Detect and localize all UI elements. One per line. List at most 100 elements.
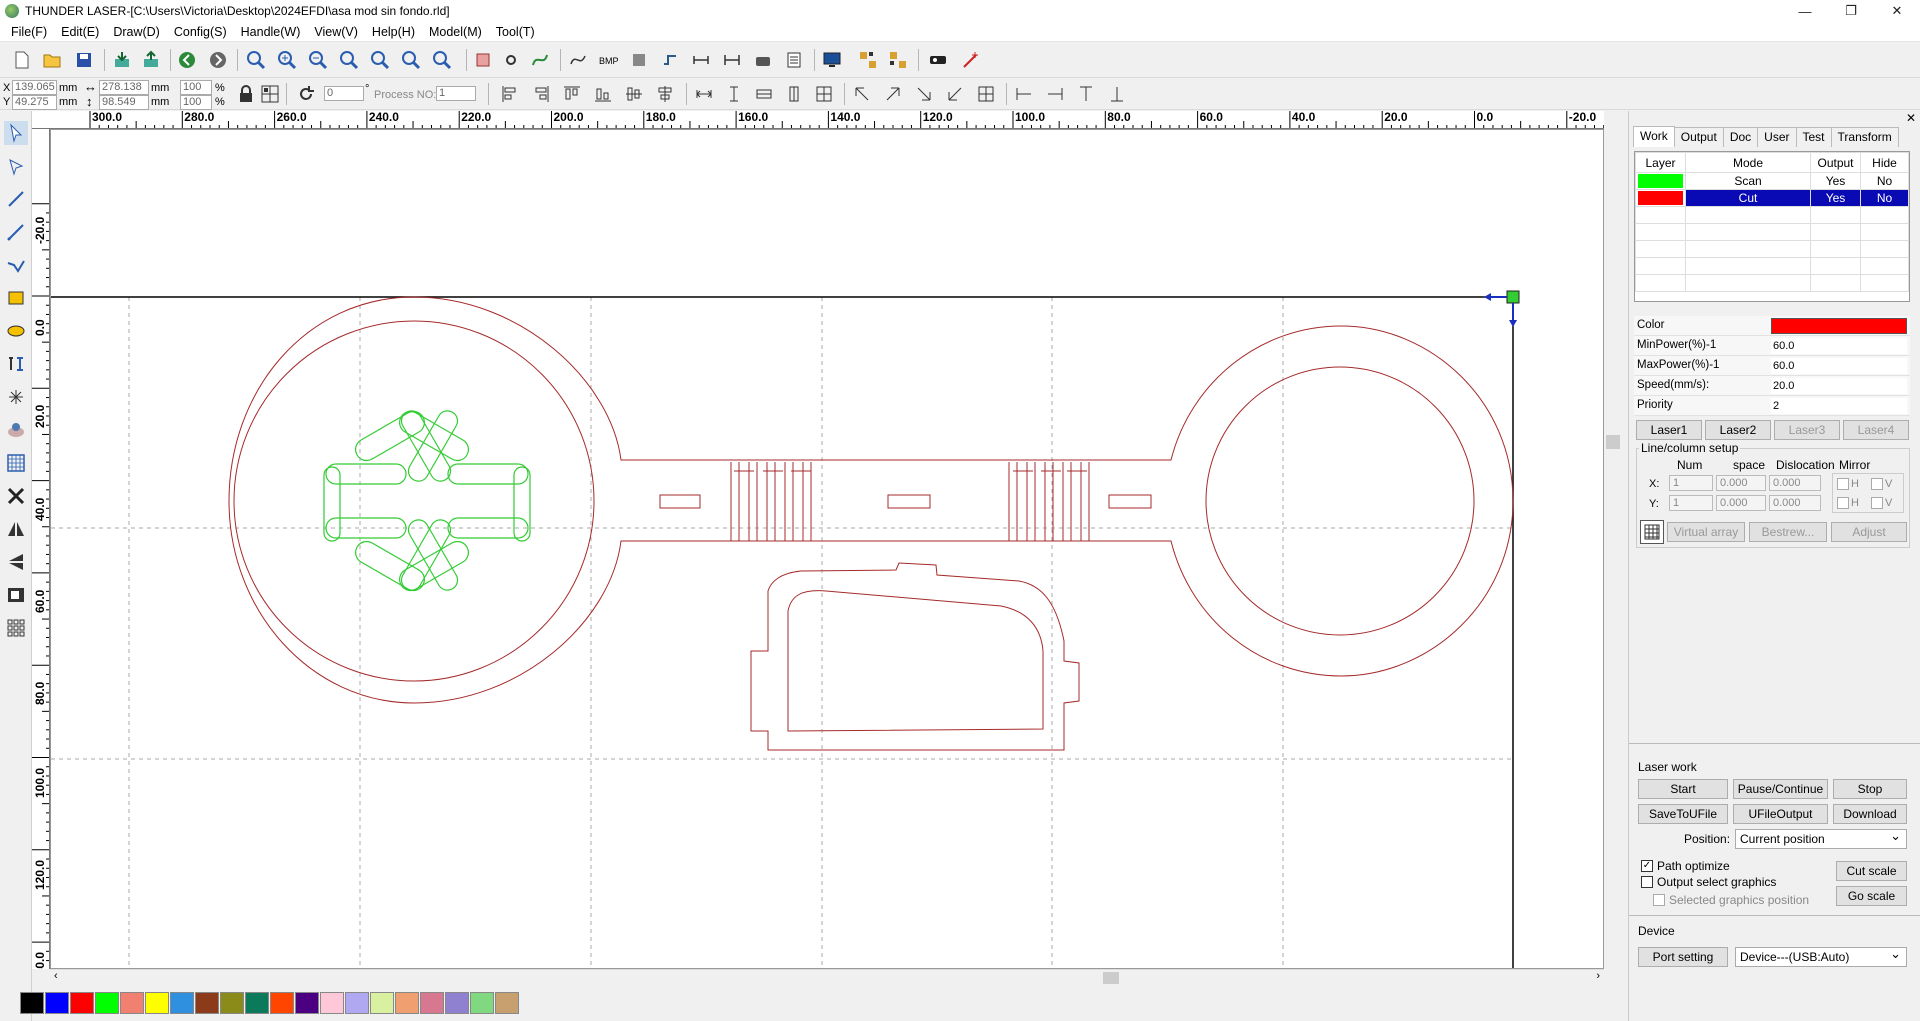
vertical-scrollbar[interactable] <box>1604 129 1622 969</box>
mirror-v-icon[interactable] <box>4 550 28 574</box>
mirror-h-icon[interactable] <box>4 517 28 541</box>
palette-swatch[interactable] <box>370 992 394 1014</box>
h-scroll-thumb[interactable] <box>1103 972 1119 984</box>
close-button[interactable]: ✕ <box>1874 0 1920 22</box>
layer-order-icon[interactable] <box>4 583 28 607</box>
open-folder-icon[interactable] <box>40 48 64 72</box>
node-icon[interactable] <box>499 48 523 72</box>
bitmap-icon[interactable]: BMP <box>596 48 620 72</box>
selected-position-checkbox[interactable] <box>1653 894 1665 906</box>
start-button[interactable]: Start <box>1638 779 1728 799</box>
menu-edit[interactable]: Edit(E) <box>54 22 106 42</box>
panel-close-icon[interactable]: ✕ <box>1906 111 1916 125</box>
tab-doc[interactable]: Doc <box>1722 127 1759 147</box>
zoom-select-icon[interactable] <box>368 48 392 72</box>
zoom-in-icon[interactable] <box>275 48 299 72</box>
y-dislocation-field[interactable]: 0.000 <box>1769 495 1821 511</box>
palette-swatch[interactable] <box>20 992 44 1014</box>
palette-swatch[interactable] <box>270 992 294 1014</box>
rotate-icon[interactable] <box>294 82 318 106</box>
palette-swatch[interactable] <box>320 992 344 1014</box>
zoom-fit-icon[interactable] <box>399 48 423 72</box>
height-field[interactable]: 98.549 <box>99 95 149 110</box>
port-setting-button[interactable]: Port setting <box>1638 947 1728 967</box>
grid-tool-icon[interactable] <box>4 451 28 475</box>
output-select-checkbox[interactable] <box>1641 876 1653 888</box>
node-edit-icon[interactable] <box>4 154 28 178</box>
x-space-field[interactable]: 0.000 <box>1716 475 1766 491</box>
layer-output[interactable]: Yes <box>1810 172 1861 190</box>
position-dropdown[interactable]: Current position <box>1735 827 1907 849</box>
image-tool-icon[interactable] <box>4 418 28 442</box>
align-right-icon[interactable] <box>529 82 553 106</box>
scale-x-field[interactable]: 100 <box>180 80 212 95</box>
path-optimize-checkbox[interactable]: ✓ <box>1641 860 1653 872</box>
delete-icon[interactable] <box>4 484 28 508</box>
curve-edit-icon[interactable] <box>528 48 552 72</box>
align-center-h-icon[interactable] <box>653 82 677 106</box>
save-icon[interactable] <box>72 48 96 72</box>
mirror-y-h-checkbox[interactable] <box>1837 497 1849 509</box>
device-dropdown[interactable]: Device---(USB:Auto) <box>1735 945 1907 967</box>
rotate-angle-field[interactable]: 0 <box>324 86 364 101</box>
cut-path-icon[interactable] <box>658 48 682 72</box>
layer-output[interactable]: Yes <box>1810 189 1861 207</box>
laser3-button[interactable]: Laser3 <box>1774 420 1840 440</box>
save-to-ufile-button[interactable]: SaveToUFile <box>1638 804 1728 824</box>
palette-swatch[interactable] <box>245 992 269 1014</box>
back-arrow-icon[interactable] <box>175 48 199 72</box>
palette-swatch[interactable] <box>145 992 169 1014</box>
export-icon[interactable] <box>139 48 163 72</box>
ellipse-tool-icon[interactable] <box>4 319 28 343</box>
select-arrow-icon[interactable] <box>4 121 28 145</box>
tab-test[interactable]: Test <box>1795 127 1832 147</box>
palette-swatch[interactable] <box>295 992 319 1014</box>
menu-handle[interactable]: Handle(W) <box>234 22 308 42</box>
palette-swatch[interactable] <box>220 992 244 1014</box>
y-position-field[interactable]: 49.275 <box>12 95 57 110</box>
minimize-button[interactable]: — <box>1782 0 1828 22</box>
position-grid-icon[interactable] <box>258 82 282 106</box>
menu-tool[interactable]: Tool(T) <box>489 22 542 42</box>
align-center-v-icon[interactable] <box>622 82 646 106</box>
mirror-x-h-checkbox[interactable] <box>1837 478 1849 490</box>
corner-top-left-icon[interactable] <box>850 82 874 106</box>
table-row[interactable]: Cut Yes No <box>1635 189 1909 207</box>
mirror-y-v-checkbox[interactable] <box>1871 497 1883 509</box>
layer-mode[interactable]: Cut <box>1685 189 1811 207</box>
width-field[interactable]: 278.138 <box>99 80 149 95</box>
same-size-icon[interactable] <box>752 82 776 106</box>
layer-color-swatch[interactable] <box>1638 191 1683 205</box>
palette-swatch[interactable] <box>345 992 369 1014</box>
go-scale-button[interactable]: Go scale <box>1836 886 1907 906</box>
palette-swatch[interactable] <box>495 992 519 1014</box>
corner-top-right-icon[interactable] <box>881 82 905 106</box>
menu-draw[interactable]: Draw(D) <box>106 22 167 42</box>
import-icon[interactable] <box>110 48 134 72</box>
process-number-field[interactable]: 1 <box>436 86 476 101</box>
zoom-out-icon[interactable] <box>306 48 330 72</box>
tab-output[interactable]: Output <box>1673 127 1724 147</box>
laser2-button[interactable]: Laser2 <box>1705 420 1771 440</box>
palette-swatch[interactable] <box>395 992 419 1014</box>
scroll-right-icon[interactable]: › <box>1596 970 1600 982</box>
center-page-icon[interactable] <box>812 82 836 106</box>
align-bottom-icon[interactable] <box>591 82 615 106</box>
array-layout-icon[interactable] <box>1640 520 1664 544</box>
layer-hide[interactable]: No <box>1860 172 1909 190</box>
menu-model[interactable]: Model(M) <box>422 22 489 42</box>
scale-y-field[interactable]: 100 <box>180 95 212 110</box>
machine-icon[interactable] <box>751 48 775 72</box>
x-position-field[interactable]: 139.065 <box>12 80 57 95</box>
corner-bottom-right-icon[interactable] <box>912 82 936 106</box>
array-icon[interactable] <box>856 48 880 72</box>
cut-scale-button[interactable]: Cut scale <box>1836 861 1907 881</box>
mirror-x-v-checkbox[interactable] <box>1871 478 1883 490</box>
same-width-icon[interactable] <box>692 82 716 106</box>
menu-file[interactable]: File(F) <box>4 22 54 42</box>
v-scroll-thumb[interactable] <box>1606 435 1620 449</box>
zoom-all-icon[interactable] <box>430 48 454 72</box>
param-priority-value[interactable]: 2 <box>1771 398 1907 414</box>
point-tool-icon[interactable] <box>4 385 28 409</box>
scroll-left-icon[interactable]: ‹ <box>54 970 58 982</box>
